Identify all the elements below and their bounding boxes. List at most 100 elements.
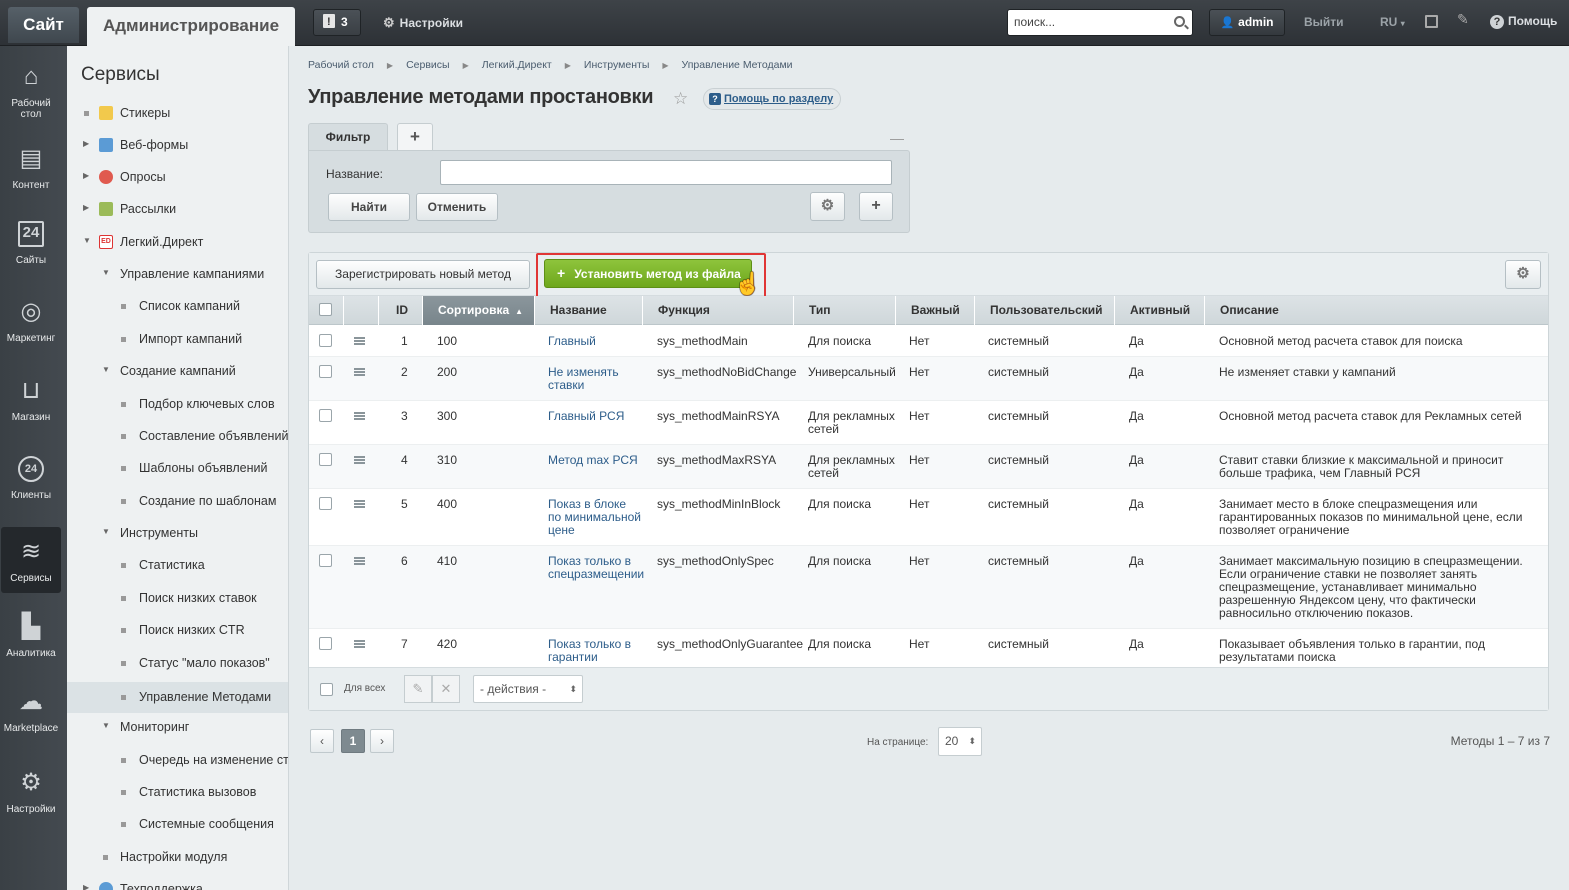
delete-button[interactable]: ✕	[432, 675, 460, 703]
iconbar-item-content[interactable]: ▤ Контент	[0, 146, 62, 192]
sidebar-item-campaign-management[interactable]: ▼ Управление кампаниями	[67, 261, 288, 289]
iconbar-item-shop[interactable]: ⊔ Магазин	[0, 378, 62, 424]
column-header-name[interactable]: Название	[535, 296, 643, 325]
breadcrumb-item[interactable]: Легкий.Директ	[482, 59, 552, 71]
drag-handle-icon[interactable]	[354, 640, 365, 648]
breadcrumb-item[interactable]: Инструменты	[584, 59, 649, 71]
sidebar-item-statistics[interactable]: Статистика	[67, 552, 288, 580]
drag-handle-icon[interactable]	[354, 337, 365, 345]
sidebar-item-low-ctr[interactable]: Поиск низких CTR	[67, 617, 288, 645]
tab-filter[interactable]: Фильтр	[308, 123, 388, 151]
sidebar-item-support[interactable]: ▶ Техподдержка	[67, 876, 288, 890]
sidebar-item-call-statistics[interactable]: Статистика вызовов	[67, 779, 288, 807]
select-all-checkbox[interactable]	[319, 303, 332, 316]
row-checkbox[interactable]	[319, 365, 332, 378]
iconbar-item-services[interactable]: ≋ Сервисы	[1, 527, 61, 593]
sidebar-item-legkiy-direct[interactable]: ▼ ED Легкий.Директ	[67, 229, 288, 257]
drag-handle-icon[interactable]	[354, 368, 365, 376]
iconbar-item-settings[interactable]: ⚙ Настройки	[0, 770, 62, 816]
cell-name-link[interactable]: Метод max РСЯ	[548, 454, 642, 467]
iconbar-item-marketplace[interactable]: ☁ Marketplace	[0, 689, 62, 735]
table-row[interactable]: 6 410 Показ только в спецразмещении sys_…	[309, 546, 1548, 629]
row-checkbox[interactable]	[319, 453, 332, 466]
favorite-star-icon[interactable]: ☆	[673, 89, 688, 109]
sidebar-item-tools[interactable]: ▼ Инструменты	[67, 520, 288, 548]
column-header-function[interactable]: Функция	[643, 296, 794, 325]
cell-name-link[interactable]: Показ только в спецразмещении	[548, 555, 644, 581]
column-header-type[interactable]: Тип	[794, 296, 896, 325]
iconbar-item-marketing[interactable]: ◎ Маркетинг	[0, 299, 62, 345]
notifications-button[interactable]: 3	[313, 9, 361, 36]
column-header-active[interactable]: Активный	[1115, 296, 1205, 325]
for-all-checkbox[interactable]	[320, 683, 333, 696]
iconbar-item-clients[interactable]: 24 Клиенты	[0, 456, 62, 501]
sidebar-item-module-settings[interactable]: Настройки модуля	[67, 844, 288, 872]
user-button[interactable]: 👤 admin	[1209, 9, 1285, 36]
cancel-button[interactable]: Отменить	[416, 193, 498, 221]
sidebar-item-mailings[interactable]: ▶ Рассылки	[67, 196, 288, 224]
sidebar-item-create-from-templates[interactable]: Создание по шаблонам	[67, 488, 288, 516]
sidebar-item-stickers[interactable]: Стикеры	[67, 100, 288, 128]
iconbar-item-analytics[interactable]: ▙ Аналитика	[0, 614, 62, 660]
page-1-button[interactable]: 1	[341, 729, 365, 753]
drag-handle-icon[interactable]	[354, 456, 365, 464]
table-row[interactable]: 4 310 Метод max РСЯ sys_methodMaxRSYA Дл…	[309, 445, 1548, 489]
breadcrumb-item[interactable]: Рабочий стол	[308, 59, 374, 71]
column-header-custom[interactable]: Пользовательский	[975, 296, 1115, 325]
window-icon[interactable]	[1425, 15, 1438, 28]
sidebar-item-campaign-creation[interactable]: ▼ Создание кампаний	[67, 358, 288, 386]
settings-link[interactable]: ⚙ Настройки	[383, 15, 463, 31]
sidebar-item-method-management[interactable]: Управление Методами	[67, 682, 288, 713]
column-header-id[interactable]: ID	[379, 296, 423, 325]
register-method-button[interactable]: Зарегистрировать новый метод	[316, 260, 530, 289]
table-row[interactable]: 7 420 Показ только в гарантии sys_method…	[309, 629, 1548, 667]
row-checkbox[interactable]	[319, 409, 332, 422]
per-page-select[interactable]: 20	[938, 727, 982, 756]
iconbar-item-sites[interactable]: 24 Сайты	[0, 221, 62, 266]
drag-handle-icon[interactable]	[354, 500, 365, 508]
cell-name-link[interactable]: Показ только в гарантии	[548, 638, 642, 664]
column-header-sort[interactable]: Сортировка ▲	[423, 296, 535, 325]
language-select[interactable]: RU ▾	[1380, 15, 1405, 29]
tab-site[interactable]: Сайт	[8, 7, 79, 43]
list-settings-button[interactable]: ⚙	[1505, 260, 1541, 289]
logout-link[interactable]: Выйти	[1304, 15, 1344, 29]
help-link[interactable]: ? Помощь	[1490, 14, 1557, 29]
row-checkbox[interactable]	[319, 637, 332, 650]
edit-button[interactable]: ✎	[404, 675, 432, 703]
column-header-description[interactable]: Описание	[1205, 296, 1548, 325]
pin-icon[interactable]: ✎	[1457, 11, 1469, 28]
drag-handle-icon[interactable]	[354, 412, 365, 420]
cell-name-link[interactable]: Не изменять ставки	[548, 366, 642, 392]
actions-select[interactable]: - действия -	[473, 675, 583, 703]
sidebar-item-campaign-import[interactable]: Импорт кампаний	[67, 326, 288, 354]
filter-name-input[interactable]	[440, 160, 892, 185]
search-input[interactable]: поиск...	[1007, 9, 1193, 36]
row-checkbox[interactable]	[319, 334, 332, 347]
add-filter-button[interactable]: +	[397, 123, 433, 151]
prev-page-button[interactable]: ‹	[310, 729, 334, 753]
search-icon[interactable]	[1174, 16, 1185, 27]
find-button[interactable]: Найти	[328, 193, 410, 221]
row-checkbox[interactable]	[319, 497, 332, 510]
tab-administration[interactable]: Администрирование	[87, 7, 295, 46]
sidebar-item-system-messages[interactable]: Системные сообщения	[67, 811, 288, 839]
column-header-important[interactable]: Важный	[896, 296, 975, 325]
breadcrumb-item[interactable]: Управление Методами	[682, 59, 793, 71]
filter-settings-button[interactable]: ⚙	[810, 192, 845, 221]
breadcrumb-item[interactable]: Сервисы	[406, 59, 450, 71]
drag-handle-icon[interactable]	[354, 557, 365, 565]
section-help-link[interactable]: ? Помощь по разделу	[703, 88, 842, 110]
table-row[interactable]: 2 200 Не изменять ставки sys_methodNoBid…	[309, 357, 1548, 401]
cell-name-link[interactable]: Главный РСЯ	[548, 410, 642, 423]
sidebar-item-keyword-selection[interactable]: Подбор ключевых слов	[67, 391, 288, 419]
table-row[interactable]: 3 300 Главный РСЯ sys_methodMainRSYA Для…	[309, 401, 1548, 445]
iconbar-item-desktop[interactable]: ⌂ Рабочий стол	[0, 64, 62, 121]
table-row[interactable]: 5 400 Показ в блоке по минимальной цене …	[309, 489, 1548, 546]
sidebar-item-ad-templates[interactable]: Шаблоны объявлений	[67, 455, 288, 483]
sidebar-item-monitoring[interactable]: ▼ Мониторинг	[67, 714, 288, 742]
sidebar-item-ad-composition[interactable]: Составление объявлений	[67, 423, 288, 451]
next-page-button[interactable]: ›	[370, 729, 394, 753]
sidebar-item-bid-queue[interactable]: Очередь на изменение ставок	[67, 747, 288, 775]
cell-name-link[interactable]: Показ в блоке по минимальной цене	[548, 498, 642, 537]
